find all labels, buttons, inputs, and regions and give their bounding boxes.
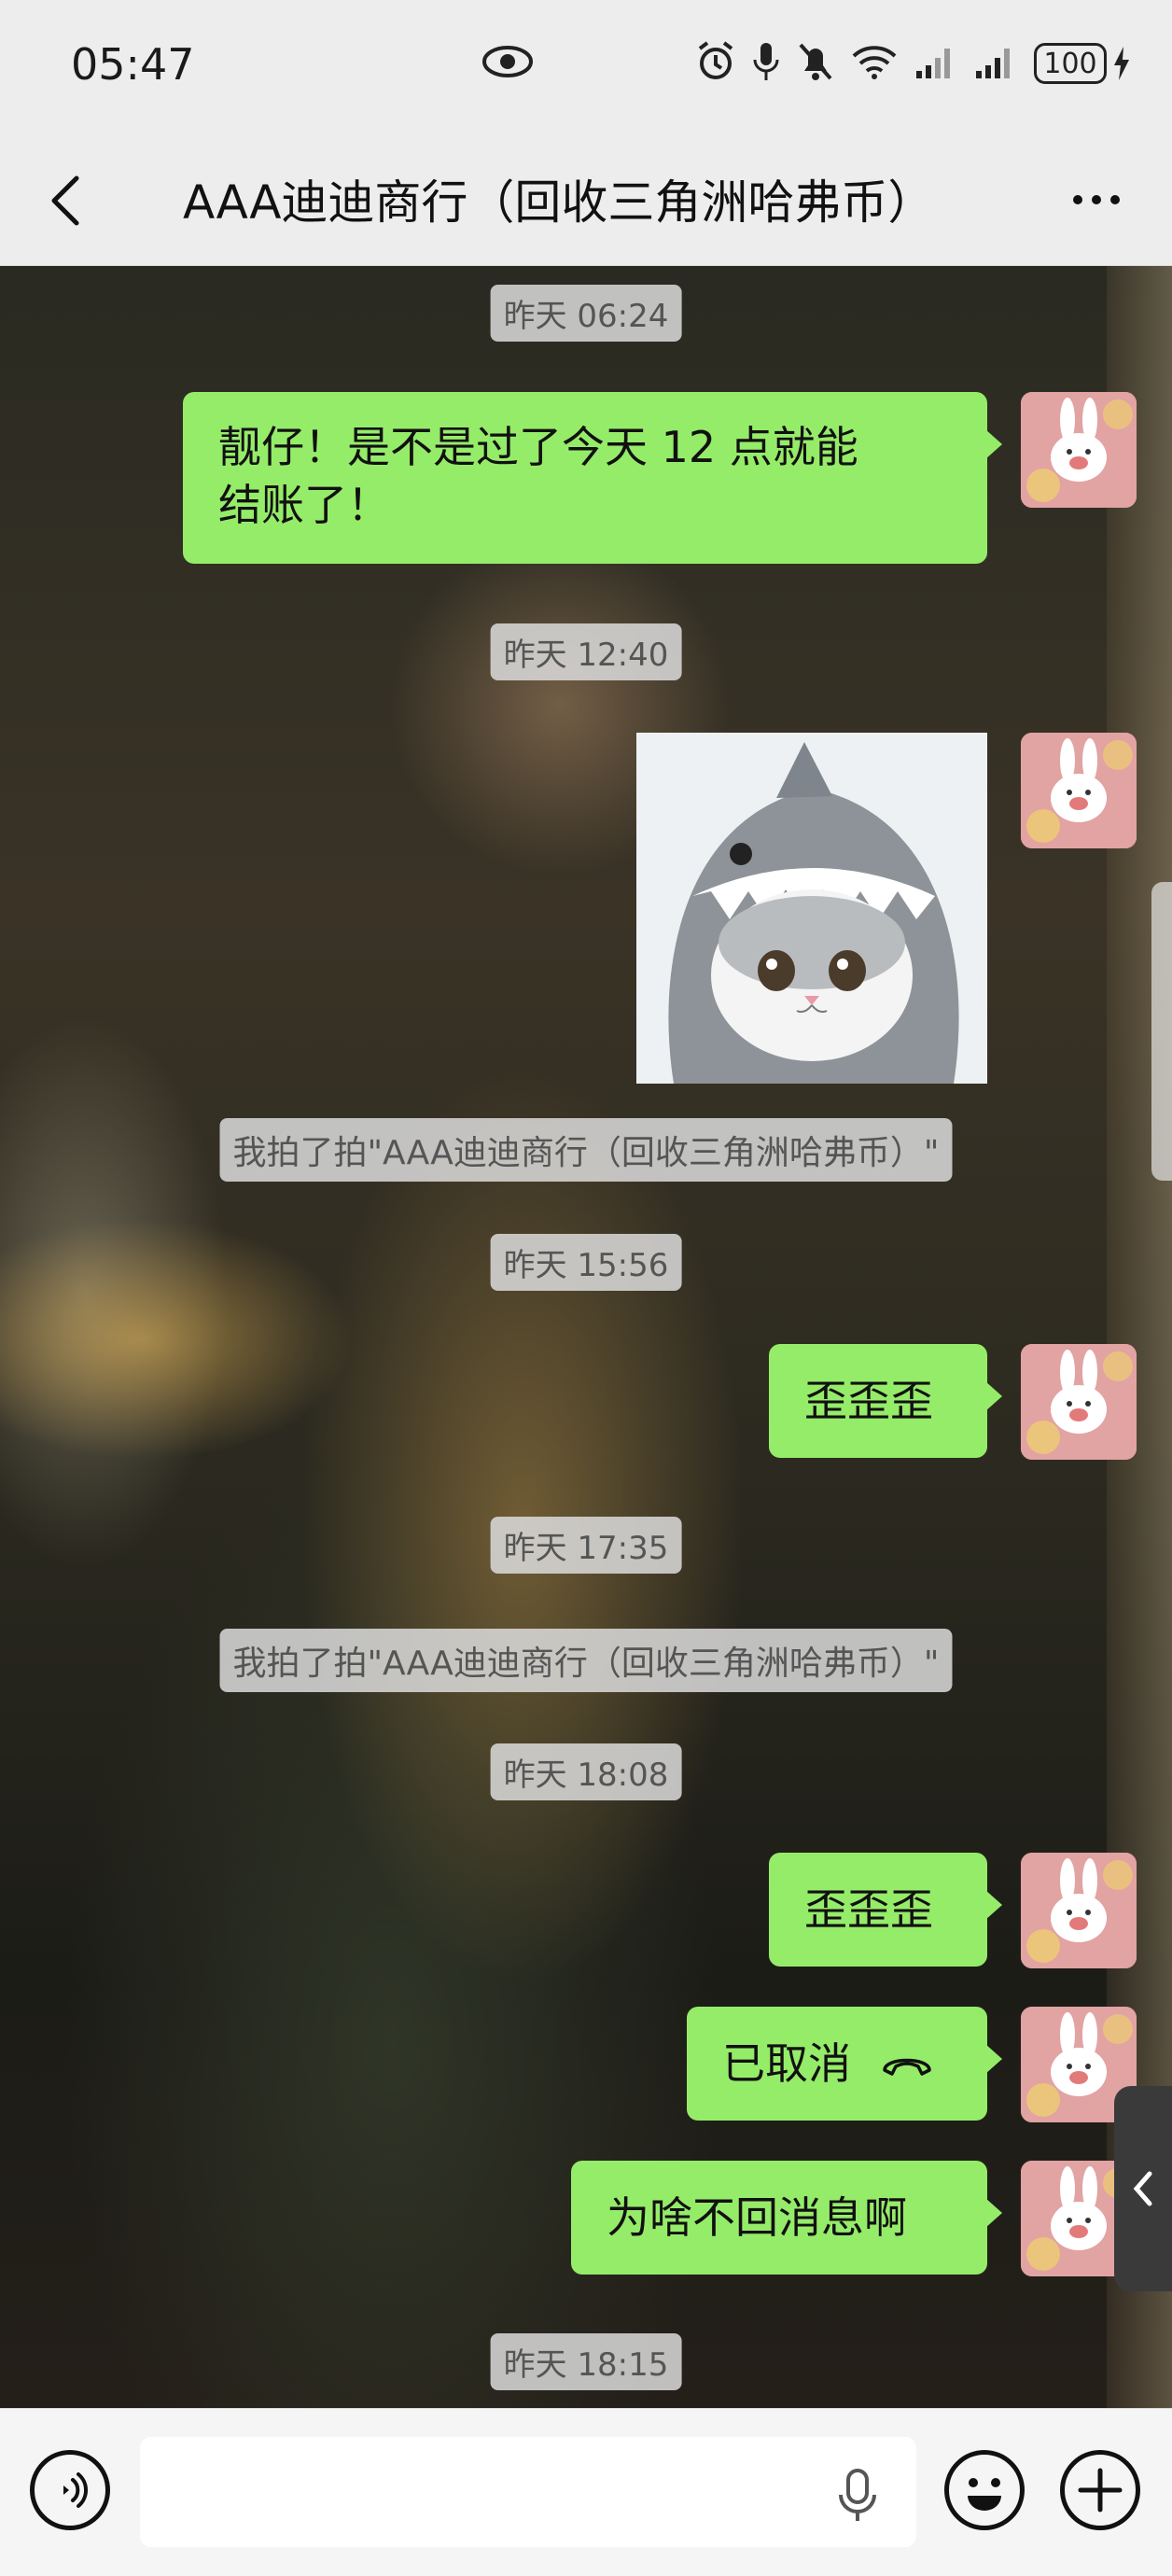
voice-toggle-icon[interactable] bbox=[30, 2450, 110, 2530]
emoji-icon[interactable] bbox=[944, 2450, 1025, 2530]
message-line: 靓仔！是不是过了今天 12 点就能 bbox=[218, 422, 858, 472]
avatar[interactable] bbox=[1021, 733, 1137, 848]
pat-notice: 我拍了拍"AAA迪迪商行（回收三角洲哈弗币）" bbox=[219, 1118, 953, 1182]
pat-notice: 我拍了拍"AAA迪迪商行（回收三角洲哈弗币）" bbox=[219, 1629, 953, 1692]
time-divider: 昨天 17:35 bbox=[490, 1517, 682, 1574]
chat-header: AAA迪迪商行（回收三角洲哈弗币） bbox=[0, 135, 1172, 266]
alarm-icon bbox=[696, 41, 735, 86]
charging-icon bbox=[1114, 47, 1129, 80]
input-bar bbox=[0, 2408, 1172, 2576]
status-icons: 100 bbox=[696, 41, 1131, 86]
avatar[interactable] bbox=[1021, 392, 1137, 508]
signal-icon bbox=[914, 43, 957, 84]
avatar[interactable] bbox=[1021, 1344, 1137, 1460]
plus-icon[interactable] bbox=[1060, 2450, 1140, 2530]
scrollbar[interactable] bbox=[1151, 882, 1172, 1181]
side-panel-tab[interactable] bbox=[1114, 2086, 1172, 2291]
call-record-bubble[interactable]: 已取消 bbox=[687, 2007, 1002, 2121]
mute-icon bbox=[797, 41, 834, 86]
cat-shark-sticker-image[interactable] bbox=[636, 733, 987, 1084]
time-divider: 昨天 18:08 bbox=[490, 1743, 682, 1800]
message-line: 歪歪歪 bbox=[804, 1884, 933, 1935]
back-arrow-icon[interactable] bbox=[39, 169, 95, 232]
mic-icon[interactable] bbox=[836, 2467, 879, 2523]
message-bubble[interactable]: 靓仔！是不是过了今天 12 点就能 结账了！ bbox=[183, 392, 1002, 564]
wifi-icon bbox=[851, 43, 898, 84]
battery-level: 100 bbox=[1034, 43, 1107, 84]
signal-icon bbox=[974, 43, 1017, 84]
status-time: 05:47 bbox=[71, 39, 195, 90]
time-divider: 昨天 18:15 bbox=[490, 2333, 682, 2390]
battery-icon: 100 bbox=[1034, 43, 1131, 84]
chevron-left-icon bbox=[1133, 2171, 1152, 2206]
chat-background[interactable]: 昨天 06:24 靓仔！是不是过了今天 12 点就能 结账了！ 昨天 12:40 bbox=[0, 266, 1172, 2408]
avatar[interactable] bbox=[1021, 1853, 1137, 1968]
mic-icon bbox=[752, 41, 780, 86]
time-divider: 昨天 12:40 bbox=[490, 623, 682, 680]
more-dots-icon[interactable] bbox=[1064, 176, 1129, 223]
message-input[interactable] bbox=[140, 2437, 916, 2547]
message-line: 为啥不回消息啊 bbox=[607, 2192, 907, 2243]
eye-icon bbox=[481, 43, 534, 84]
status-bar: 05:47 100 bbox=[0, 0, 1172, 135]
message-bubble[interactable]: 歪歪歪 bbox=[769, 1344, 1002, 1458]
message-line: 歪歪歪 bbox=[804, 1376, 933, 1426]
message-bubble[interactable]: 歪歪歪 bbox=[769, 1853, 1002, 1967]
call-status-text: 已取消 bbox=[722, 2038, 851, 2089]
message-bubble[interactable]: 为啥不回消息啊 bbox=[571, 2161, 1002, 2275]
time-divider: 昨天 06:24 bbox=[490, 285, 682, 342]
time-divider: 昨天 15:56 bbox=[490, 1234, 682, 1291]
chat-title: AAA迪迪商行（回收三角洲哈弗币） bbox=[183, 175, 935, 230]
message-line: 结账了！ bbox=[218, 480, 390, 530]
phone-hangup-icon bbox=[883, 2058, 931, 2076]
